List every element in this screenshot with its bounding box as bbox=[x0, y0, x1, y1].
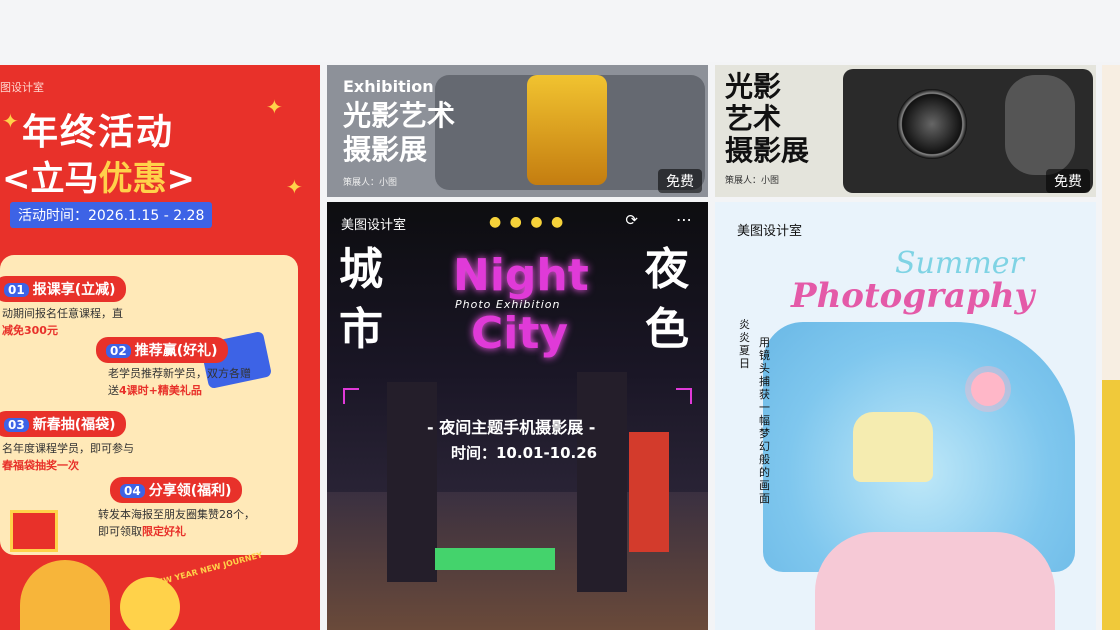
vertical-caption: 炎炎夏日 bbox=[739, 318, 750, 370]
template-card-exhibition-light[interactable]: Exhibition 光影艺术 摄影展 策展人：小图 免费 bbox=[327, 65, 708, 197]
exhibition-title: 光影艺术摄影展 bbox=[343, 99, 456, 166]
offer-title: 01 报课享(立减) bbox=[0, 276, 126, 302]
poster-title: 年终活动 bbox=[22, 112, 175, 153]
free-badge: 免费 bbox=[658, 169, 702, 193]
refresh-icon[interactable]: ⟳ bbox=[625, 211, 638, 229]
more-icon[interactable]: ⋯ bbox=[676, 210, 692, 229]
offer-desc: 老学员推荐新学员，双方各赠 送4课时+精美礼品 bbox=[108, 367, 251, 397]
sparkle-icon: ✦ bbox=[286, 175, 303, 199]
template-card-exhibition-camera[interactable]: 光影 艺术 摄影展 策展人：小图 免费 bbox=[715, 65, 1096, 197]
sparkle-icon: ✦ bbox=[2, 109, 19, 133]
top-bar bbox=[0, 0, 1120, 62]
exhibition-title: 光影艺术摄影展 bbox=[725, 70, 810, 167]
figure-silhouette bbox=[853, 412, 933, 482]
frame-corner bbox=[343, 388, 359, 404]
sun-icon bbox=[971, 372, 1005, 406]
city-text: City bbox=[471, 308, 569, 359]
night-text: Night bbox=[453, 250, 589, 301]
night-date: 时间：10.01-10.26 bbox=[451, 444, 598, 462]
neon-sign bbox=[435, 548, 555, 570]
sparkle-icon: ✦ bbox=[266, 95, 283, 119]
template-card-summer[interactable]: 美图设计室 Summer Photography 炎炎夏日 用镜头捕获一幅梦幻般… bbox=[715, 202, 1096, 630]
free-badge: 免费 bbox=[1046, 169, 1090, 193]
template-card-partial[interactable] bbox=[1102, 65, 1120, 380]
offer-title: 02 推荐赢(好礼) bbox=[96, 337, 228, 363]
vertical-caption: 用镜头捕获一幅梦幻般的画面 bbox=[759, 336, 770, 505]
mascot-hand bbox=[120, 577, 180, 630]
vertical-title-left: 城市 bbox=[339, 244, 383, 355]
new-year-text: NEW YEAR NEW JOURNEY bbox=[150, 550, 264, 589]
frame-corner bbox=[676, 388, 692, 404]
gift-icon bbox=[10, 510, 58, 552]
brand-label: 美图设计室 bbox=[341, 218, 407, 233]
brand-label: 美图设计室 bbox=[737, 224, 803, 239]
night-subtitle: - 夜间主题手机摄影展 - bbox=[427, 418, 596, 437]
building bbox=[387, 382, 437, 582]
neon-sign bbox=[629, 432, 669, 552]
vertical-title-right: 夜色 bbox=[645, 244, 689, 355]
exhibition-tag: Exhibition bbox=[343, 77, 434, 96]
poster-subtitle: <立马优惠> bbox=[2, 159, 195, 199]
activity-time: 活动时间：2026.1.15 - 2.28 bbox=[10, 202, 213, 228]
offer-title: 03 新春抽(福袋) bbox=[0, 411, 126, 437]
moon-dots: ● ● ● ● bbox=[489, 214, 566, 230]
curator-label: 策展人：小图 bbox=[343, 178, 398, 188]
photography-text: Photography bbox=[791, 276, 1035, 316]
offer-desc: 名年度课程学员，即可参与 春福袋抽奖一次 bbox=[2, 442, 134, 472]
horse-mascot bbox=[20, 560, 110, 630]
offer-desc: 动期间报名任意课程，直 减免300元 bbox=[2, 307, 123, 337]
pink-cloud bbox=[815, 532, 1055, 630]
offer-desc: 转发本海报至朋友圈集赞28个， 即可领取限定好礼 bbox=[98, 508, 255, 538]
building bbox=[577, 372, 627, 592]
camera-lens bbox=[897, 89, 967, 159]
offer-title: 04 分享领(福利) bbox=[110, 477, 242, 503]
brand-label: 图设计室 bbox=[0, 81, 44, 94]
template-card-night-city[interactable]: 美图设计室 ● ● ● ● ⟳ ⋯ 城市 夜色 Night Photo Exhi… bbox=[327, 202, 708, 630]
curator-label: 策展人：小图 bbox=[725, 176, 780, 186]
template-card-year-end[interactable]: 图设计室 ✦ ✦ ✦ 年终活动 <立马优惠> 活动时间：2026.1.15 - … bbox=[0, 65, 320, 630]
light-photo bbox=[527, 75, 607, 185]
hand-image bbox=[1005, 75, 1075, 175]
template-card-partial[interactable] bbox=[1102, 380, 1120, 630]
